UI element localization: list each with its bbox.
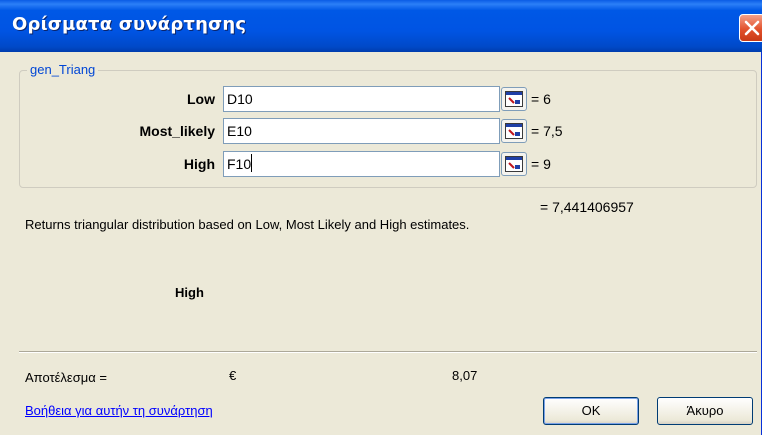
function-arguments-dialog: Ορίσματα συνάρτησης gen_Triang Low D10 =… [0,0,762,435]
function-name-legend: gen_Triang [27,62,99,77]
arg-result-low: = 6 [531,91,551,107]
arg-label-most-likely: Most_likely [139,123,215,139]
arg-input-high[interactable]: F10 [223,151,500,177]
dialog-title: Ορίσματα συνάρτησης [12,14,247,35]
help-link[interactable]: Βοήθεια για αυτήν τη συνάρτηση [25,403,213,418]
arg-label-high: High [183,156,215,172]
collapse-dialog-icon [505,156,523,172]
close-icon [744,20,760,36]
arg-input-most-likely[interactable]: E10 [223,118,500,144]
current-argument-name: High [175,285,204,300]
collapse-dialog-icon [505,91,523,107]
arg-label-low: Low [187,91,215,107]
collapse-button-low[interactable] [501,87,527,111]
function-description: Returns triangular distribution based on… [25,217,470,232]
arg-input-low[interactable]: D10 [223,86,500,112]
collapse-button-most-likely[interactable] [501,119,527,143]
arg-result-most-likely: = 7,5 [531,123,563,139]
result-label: Αποτέλεσμα = [25,370,107,385]
collapse-button-high[interactable] [501,152,527,176]
text-caret [251,154,252,172]
formula-result: = 7,441406957 [540,199,634,215]
divider [19,351,757,353]
title-bar[interactable]: Ορίσματα συνάρτησης [0,0,762,52]
arg-result-high: = 9 [531,156,551,172]
result-currency: € [229,368,237,383]
ok-button[interactable]: OK [543,397,639,425]
close-button[interactable] [739,14,762,42]
cancel-button[interactable]: Άκυρο [657,397,753,425]
result-value: 8,07 [452,368,478,383]
collapse-dialog-icon [505,123,523,139]
